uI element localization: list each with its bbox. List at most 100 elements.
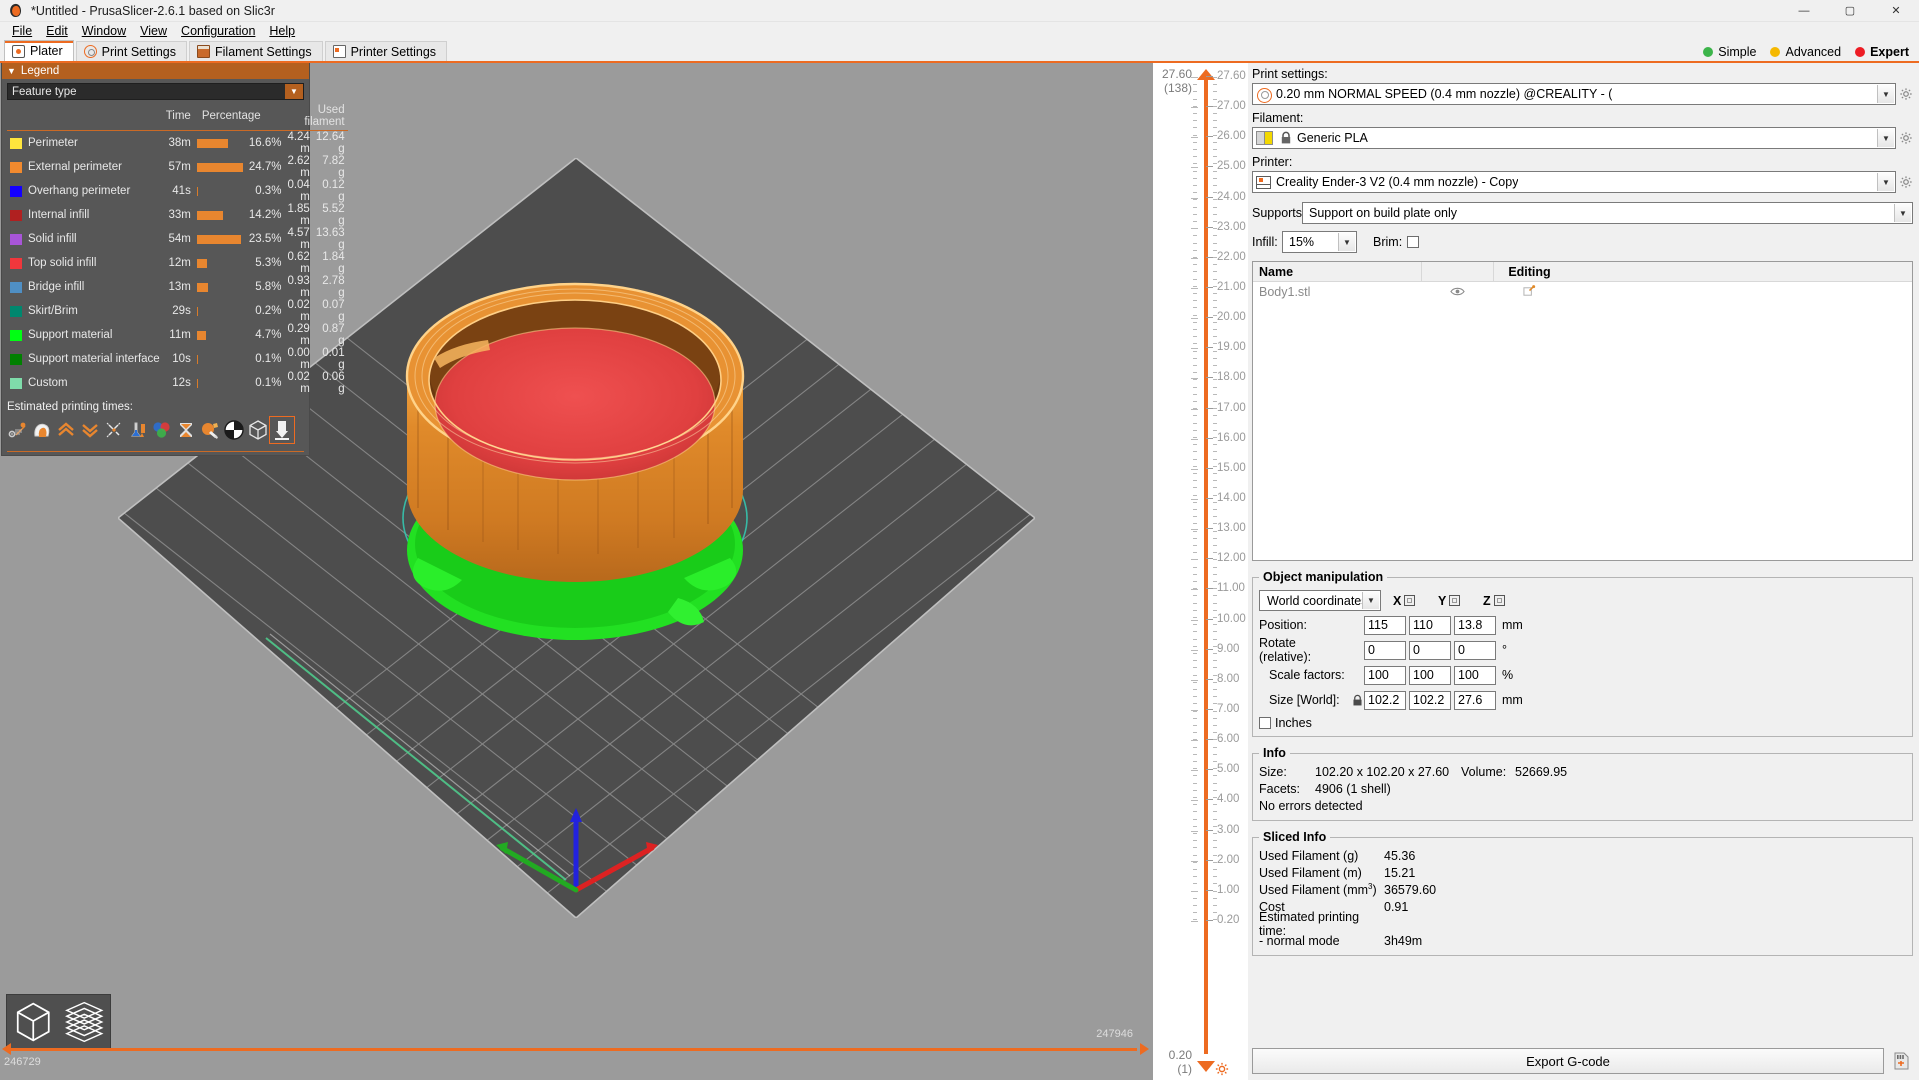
legend-row-swatch — [7, 371, 25, 395]
legend-row[interactable]: Support material interface 10s 0.1% 0.00 m 0… — [7, 347, 348, 371]
tool-marker-icon[interactable] — [269, 416, 295, 444]
vertical-layer-slider[interactable]: 27.60 (138) 0.20 (1) 27.60 27.00 26.00 25.0… — [1153, 61, 1248, 1080]
menu-item-window[interactable]: Window — [75, 23, 133, 39]
chevron-down-icon[interactable]: ▼ — [1877, 85, 1894, 103]
object-list-row[interactable]: Body1.stl — [1253, 282, 1912, 301]
tab-filament-settings[interactable]: Filament Settings — [189, 41, 323, 61]
axis-y-reset-icon[interactable] — [1449, 595, 1461, 606]
deretractions-icon[interactable] — [54, 417, 78, 443]
legend-row-swatch — [7, 299, 25, 323]
axis-z-reset-icon[interactable] — [1493, 595, 1505, 606]
chevron-down-icon[interactable]: ▼ — [1877, 129, 1894, 147]
seams-icon[interactable] — [78, 417, 102, 443]
scale-x-input[interactable]: 100 — [1364, 665, 1406, 685]
printer-combo[interactable]: Creality Ender-3 V2 (0.4 mm nozzle) - Co… — [1252, 171, 1896, 193]
position-y-input[interactable]: 110 — [1409, 615, 1451, 635]
rotate-x-input[interactable]: 0 — [1364, 640, 1406, 660]
chevron-down-icon[interactable]: ▼ — [1338, 233, 1355, 251]
legend-row[interactable]: Perimeter 38m 16.6% 4.24 m 12.64 g — [7, 131, 348, 155]
scale-y-input[interactable]: 100 — [1409, 665, 1451, 685]
legend-row[interactable]: Skirt/Brim 29s 0.2% 0.02 m 0.07 g — [7, 299, 348, 323]
edit-printer-settings-button[interactable] — [1899, 175, 1913, 189]
uniform-scale-lock-icon[interactable] — [1351, 694, 1364, 707]
minimize-button[interactable]: — — [1781, 0, 1827, 22]
printer-value: Creality Ender-3 V2 (0.4 mm nozzle) - Co… — [1276, 175, 1519, 189]
export-gcode-button[interactable]: Export G-code — [1252, 1048, 1884, 1074]
edit-print-settings-button[interactable] — [1899, 87, 1913, 101]
legend-row[interactable]: Bridge infill 13m 5.8% 0.93 m 2.78 g — [7, 275, 348, 299]
legend-row[interactable]: Internal infill 33m 14.2% 1.85 m 5.52 g — [7, 203, 348, 227]
axis-x-reset-icon[interactable] — [1404, 595, 1416, 606]
eye-icon[interactable] — [1421, 286, 1493, 297]
layer-minor-tick — [1213, 624, 1217, 626]
mode-simple[interactable]: Simple — [1703, 45, 1756, 59]
position-z-input[interactable]: 13.8 — [1454, 615, 1496, 635]
pause-prints-icon[interactable] — [150, 417, 174, 443]
legend-row-time: 38m — [168, 137, 191, 149]
moves-slider-track[interactable] — [6, 1048, 1137, 1051]
size-x-input[interactable]: 102.2 — [1364, 690, 1406, 710]
legend-row[interactable]: External perimeter 57m 24.7% 2.62 m 7.82 g — [7, 155, 348, 179]
maximize-button[interactable]: ▢ — [1827, 0, 1873, 22]
tab-printer-settings[interactable]: Printer Settings — [324, 41, 448, 61]
layer-minor-tick — [1193, 545, 1197, 546]
view-cube-toolbar-icon[interactable] — [246, 417, 270, 443]
legend-row[interactable]: Solid infill 54m 23.5% 4.57 m 13.63 g — [7, 227, 348, 251]
layer-minor-tick — [1213, 134, 1217, 136]
menu-item-view[interactable]: View — [133, 23, 174, 39]
menu-item-edit[interactable]: Edit — [39, 23, 75, 39]
inches-checkbox[interactable] — [1259, 717, 1271, 729]
moves-slider-right-handle[interactable] — [1140, 1043, 1149, 1055]
chevron-down-icon[interactable]: ▼ — [1877, 173, 1894, 191]
view-type-select[interactable]: Feature type ▼ — [7, 83, 304, 100]
legend-row[interactable]: Custom 12s 0.1% 0.02 m 0.06 g — [7, 371, 348, 395]
filament-combo[interactable]: Generic PLA ▼ — [1252, 127, 1896, 149]
legend-header[interactable]: ▼ Legend — [2, 63, 309, 79]
mode-advanced[interactable]: Advanced — [1770, 45, 1841, 59]
shells-icon[interactable] — [198, 417, 222, 443]
layer-minor-tick — [1213, 825, 1217, 827]
legend-row[interactable]: Top solid infill 12m 5.3% 0.62 m 1.84 g — [7, 251, 348, 275]
scale-z-input[interactable]: 100 — [1454, 665, 1496, 685]
color-changes-icon[interactable] — [126, 417, 150, 443]
close-button[interactable]: ✕ — [1873, 0, 1919, 22]
brim-checkbox[interactable] — [1407, 236, 1420, 248]
tab-plater[interactable]: Plater — [4, 40, 74, 61]
menu-item-file[interactable]: File — [5, 23, 39, 39]
custom-gcodes-icon[interactable] — [174, 417, 198, 443]
travel-paths-icon[interactable] — [6, 417, 30, 443]
layer-minor-tick — [1213, 804, 1217, 806]
size-z-input[interactable]: 27.6 — [1454, 690, 1496, 710]
tab-print-settings[interactable]: Print Settings — [75, 41, 187, 61]
menu-item-help[interactable]: Help — [262, 23, 302, 39]
mode-expert[interactable]: Expert — [1855, 45, 1909, 59]
legend-toggle-icon[interactable] — [222, 417, 246, 443]
horizontal-moves-slider[interactable]: 247946 246729 — [0, 1028, 1153, 1068]
rotate-y-input[interactable]: 0 — [1409, 640, 1451, 660]
layer-minor-tick — [1213, 120, 1217, 122]
gear-icon[interactable] — [1215, 1062, 1229, 1076]
print-settings-combo[interactable]: 0.20 mm NORMAL SPEED (0.4 mm nozzle) @CR… — [1252, 83, 1896, 105]
layer-minor-tick — [1213, 458, 1217, 460]
edit-filament-settings-button[interactable] — [1899, 131, 1913, 145]
rotate-z-input[interactable]: 0 — [1454, 640, 1496, 660]
chevron-down-icon[interactable]: ▼ — [1894, 204, 1911, 222]
3d-viewport[interactable]: ▼ Legend Feature type ▼ Time Percentage — [0, 61, 1153, 1080]
position-x-input[interactable]: 115 — [1364, 615, 1406, 635]
coordinates-combo[interactable]: World coordinates ▼ — [1259, 590, 1381, 611]
object-list[interactable]: Name Editing Body1.stl — [1252, 261, 1913, 561]
sdcard-icon[interactable] — [1889, 1048, 1913, 1074]
tool-changes-icon[interactable] — [102, 417, 126, 443]
legend-row[interactable]: Support material 11m 4.7% 0.29 m 0.87 g — [7, 323, 348, 347]
layer-minor-tick — [1193, 833, 1197, 834]
size-y-input[interactable]: 102.2 — [1409, 690, 1451, 710]
infill-combo[interactable]: 15% ▼ — [1282, 231, 1357, 253]
chevron-down-icon[interactable]: ▼ — [1362, 592, 1379, 609]
retractions-icon[interactable] — [30, 417, 54, 443]
legend-row[interactable]: Overhang perimeter 41s 0.3% 0.04 m 0.12 g — [7, 179, 348, 203]
chevron-down-icon[interactable]: ▼ — [285, 84, 303, 99]
editing-icon[interactable] — [1493, 285, 1565, 298]
menu-item-configuration[interactable]: Configuration — [174, 23, 262, 39]
supports-combo[interactable]: Support on build plate only ▼ — [1302, 202, 1913, 224]
legend-row-percentage: 0.2% — [255, 305, 282, 317]
